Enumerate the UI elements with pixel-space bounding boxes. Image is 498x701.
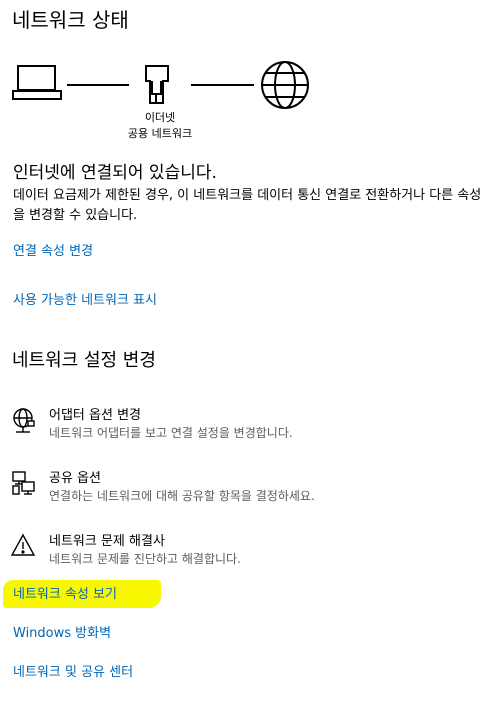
change-connection-properties-link[interactable]: 연결 속성 변경 xyxy=(13,240,93,259)
adapter-options-title: 어댑터 옵션 변경 xyxy=(49,408,141,423)
page-title: 네트워크 상태 xyxy=(12,8,129,32)
sharing-computers-icon xyxy=(10,469,38,497)
sharing-options-description: 연결하는 네트워크에 대해 공유할 항목을 결정하세요. xyxy=(49,489,315,503)
ethernet-icon xyxy=(145,65,169,104)
laptop-icon xyxy=(12,65,62,100)
globe-icon xyxy=(261,61,309,109)
network-diagram xyxy=(0,50,498,150)
network-troubleshooter-item[interactable]: 네트워크 문제 해결사 네트워크 문제를 진단하고 해결합니다. xyxy=(10,530,480,574)
adapter-options-description: 네트워크 어댑터를 보고 연결 설정을 변경합니다. xyxy=(49,426,293,440)
sharing-options-title: 공유 옵션 xyxy=(49,471,101,486)
connection-type: 공용 네트워크 xyxy=(127,127,193,140)
network-troubleshooter-title: 네트워크 문제 해결사 xyxy=(49,534,165,549)
warning-icon xyxy=(10,532,38,560)
status-headline: 인터넷에 연결되어 있습니다. xyxy=(13,163,217,183)
adapter-options-item[interactable]: 어댑터 옵션 변경 네트워크 어댑터를 보고 연결 설정을 변경합니다. xyxy=(10,404,480,448)
connection-name: 이더넷 xyxy=(144,111,176,124)
sharing-options-item[interactable]: 공유 옵션 연결하는 네트워크에 대해 공유할 항목을 결정하세요. xyxy=(10,467,480,511)
adapter-globe-icon xyxy=(10,406,38,434)
windows-firewall-link[interactable]: Windows 방화벽 xyxy=(13,622,111,641)
show-available-networks-link[interactable]: 사용 가능한 네트워크 표시 xyxy=(13,289,157,308)
section-title: 네트워크 설정 변경 xyxy=(12,350,156,371)
status-description: 데이터 요금제가 제한된 경우, 이 네트워크를 데이터 통신 연결로 전환하거… xyxy=(13,188,482,223)
network-troubleshooter-description: 네트워크 문제를 진단하고 해결합니다. xyxy=(49,552,241,566)
network-sharing-center-link[interactable]: 네트워크 및 공유 센터 xyxy=(13,661,133,680)
view-network-properties-link[interactable]: 네트워크 속성 보기 xyxy=(13,583,117,602)
